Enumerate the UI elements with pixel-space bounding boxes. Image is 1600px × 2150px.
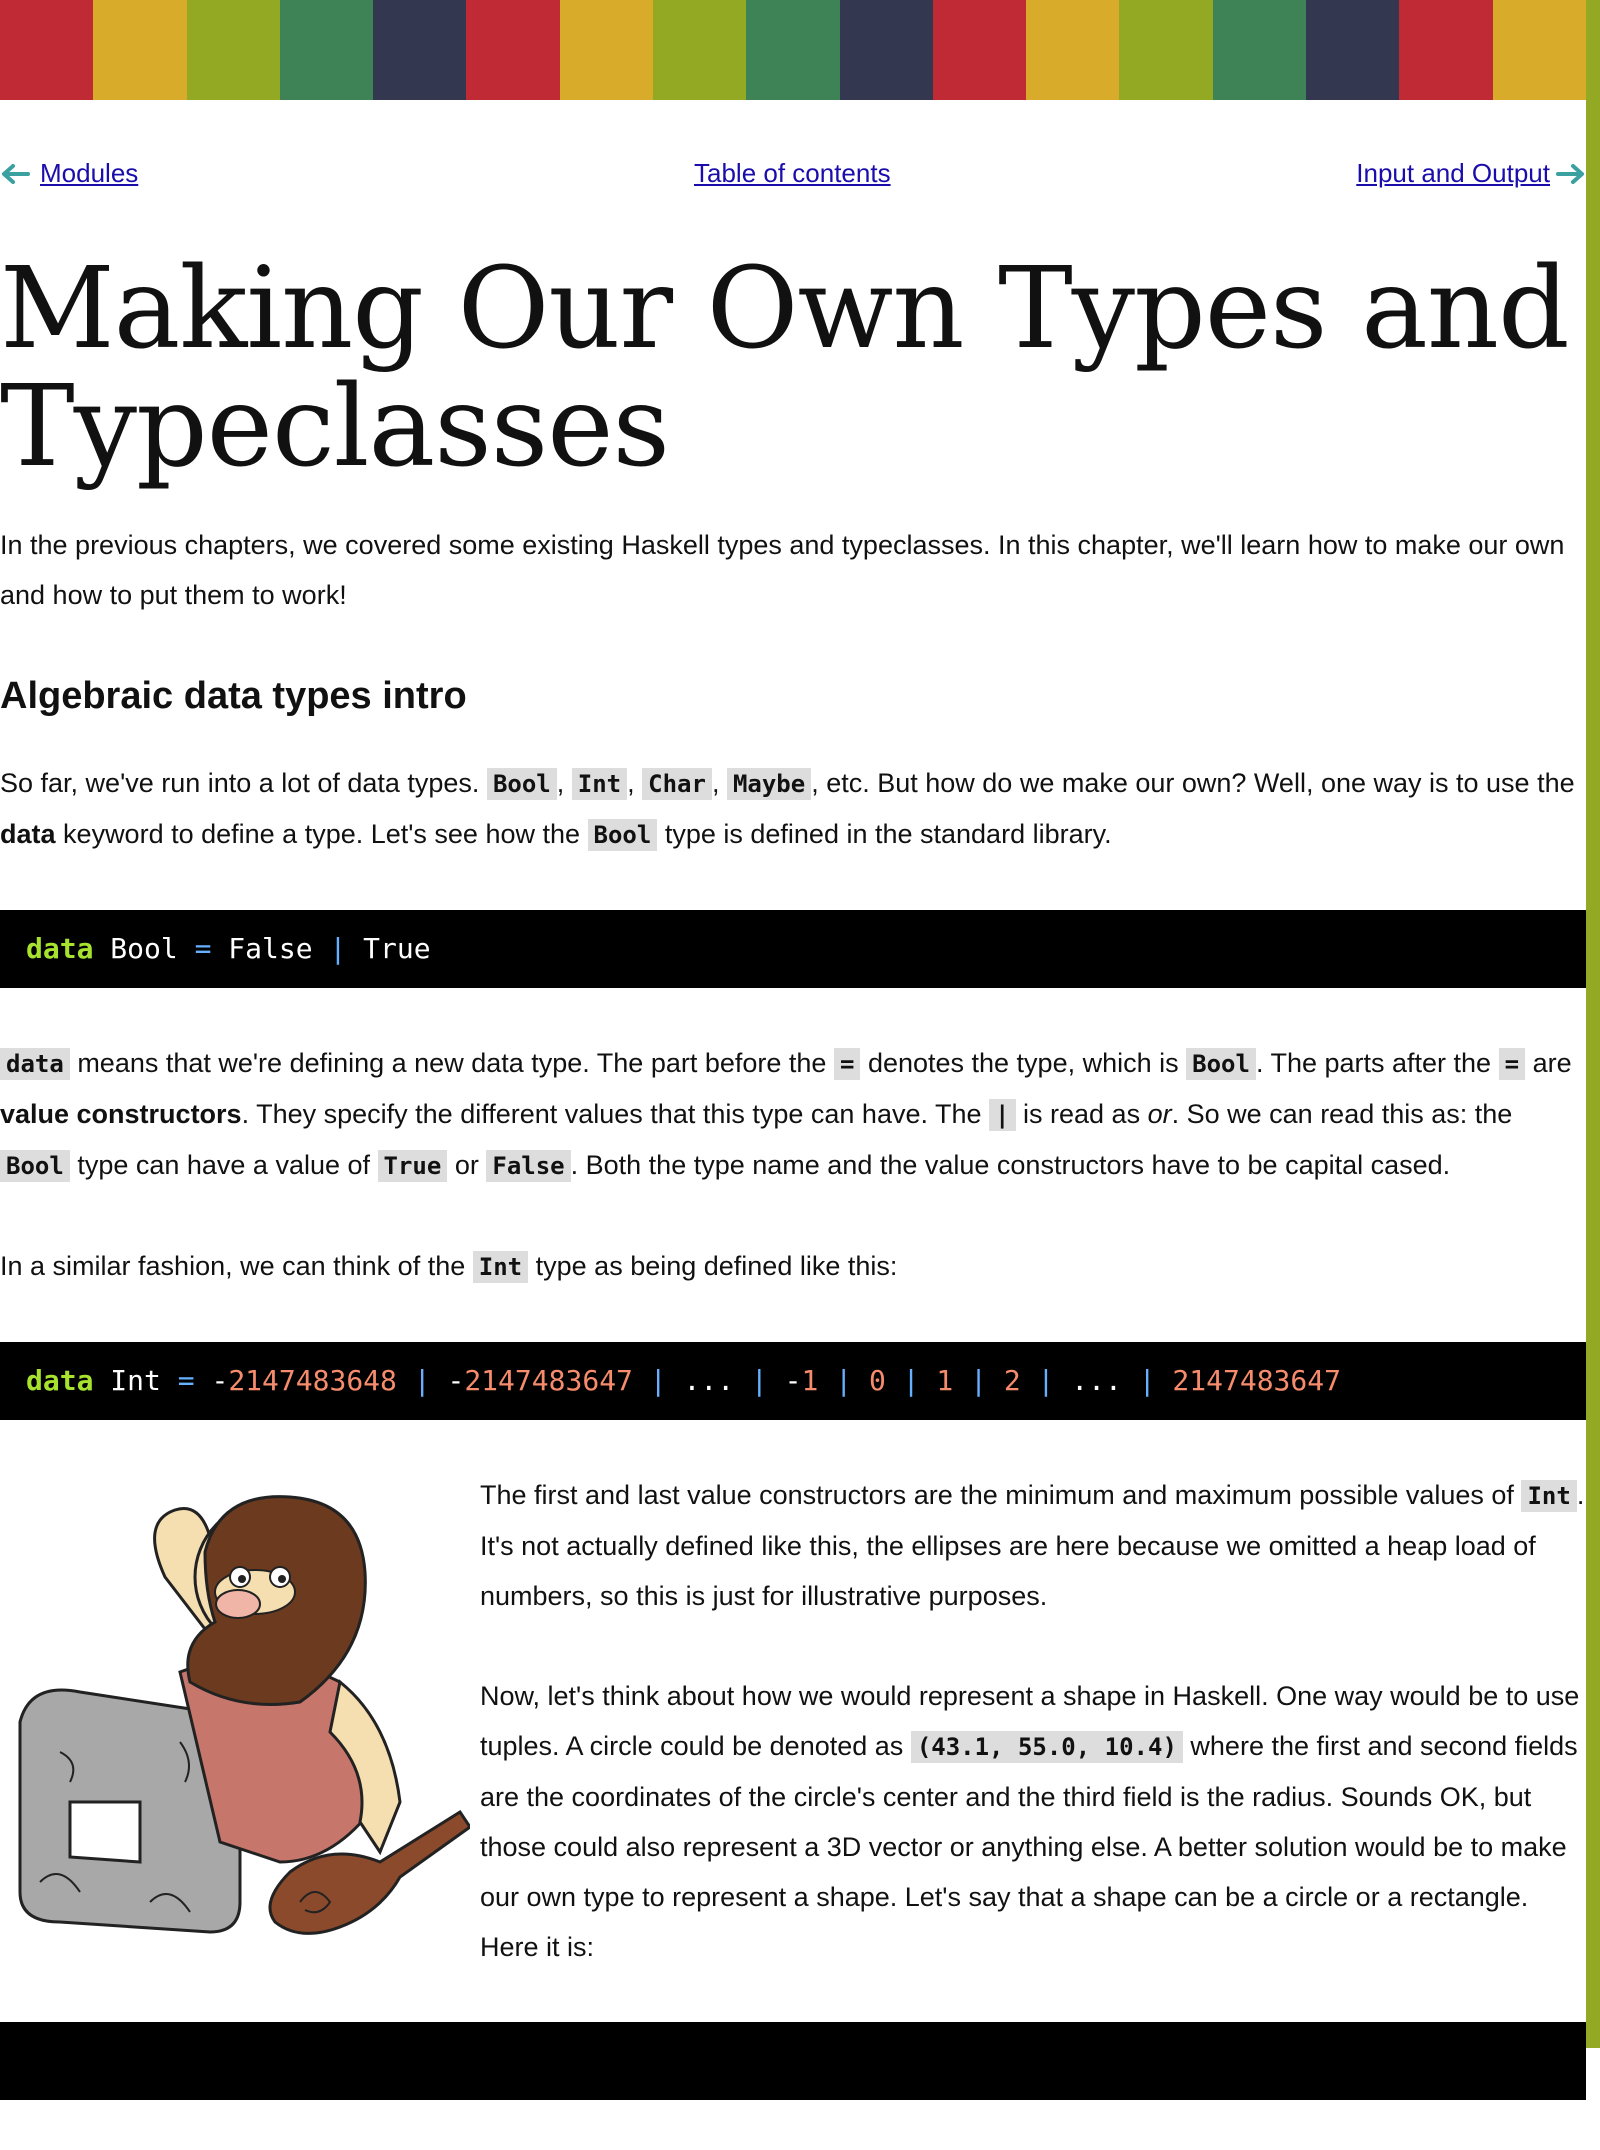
- stripe-segment: [839, 0, 933, 100]
- inline-code: =: [1498, 1048, 1526, 1080]
- inline-code: Bool: [486, 768, 557, 800]
- bold-keyword: data: [0, 819, 56, 849]
- stripe-segment: [746, 0, 840, 100]
- section-heading: Algebraic data types intro: [0, 675, 467, 717]
- arrow-right-icon: [1556, 163, 1584, 184]
- stripe-segment: [0, 0, 94, 100]
- stripe-segment: [1212, 0, 1306, 100]
- inline-code: Bool: [587, 819, 658, 851]
- code-block-shape: [0, 2022, 1586, 2100]
- inline-code: =: [833, 1048, 861, 1080]
- stripe-segment: [1399, 0, 1493, 100]
- inline-code: Char: [642, 768, 712, 800]
- inline-code: Bool: [0, 1150, 70, 1182]
- paragraph-int-note: The first and last value constructors ar…: [480, 1480, 1585, 1611]
- table-of-contents-link[interactable]: Table of contents: [694, 158, 891, 189]
- chapter-navigation: Modules Table of contents Input and Outp…: [0, 100, 1586, 250]
- prev-chapter[interactable]: Modules: [0, 158, 138, 189]
- stripe-segment: [93, 0, 187, 100]
- code-block-int: data Int = -2147483648 | -2147483647 | .…: [0, 1342, 1586, 1420]
- page-title: Making Our Own Types and Typeclasses: [0, 244, 1570, 492]
- stripe-segment: [1026, 0, 1120, 100]
- chapter-page: Modules Table of contents Input and Outp…: [0, 100, 1586, 2150]
- paragraph-shape-intro: Now, let's think about how we would repr…: [480, 1681, 1580, 1962]
- inline-code: Int: [1521, 1480, 1577, 1512]
- stripe-segment: [1492, 0, 1586, 100]
- next-chapter[interactable]: Input and Output: [1356, 158, 1586, 189]
- caveman-illustration: [0, 1470, 480, 1972]
- paragraph-int-intro: In a similar fashion, we can think of th…: [0, 1251, 898, 1283]
- code-block-bool: data Bool = False | True: [0, 910, 1586, 988]
- inline-code: |: [989, 1099, 1016, 1131]
- inline-code: Int: [472, 1251, 529, 1283]
- stripe-segment: [373, 0, 467, 100]
- bold-term: value constructors: [0, 1099, 242, 1129]
- inline-code: Bool: [1186, 1048, 1256, 1080]
- stripe-segment: [466, 0, 560, 100]
- stripe-segment: [1119, 0, 1213, 100]
- stripe-segment: [1585, 0, 1600, 100]
- inline-code: Maybe: [726, 768, 812, 800]
- right-edge-bar: [1586, 100, 1600, 2048]
- inline-code: Int: [571, 768, 628, 800]
- prev-chapter-link[interactable]: Modules: [40, 158, 138, 189]
- illustrated-text: The first and last value constructors ar…: [480, 1470, 1586, 1972]
- stripe-segment: [1305, 0, 1400, 100]
- stripe-segment: [932, 0, 1027, 100]
- paragraph-data-types: So far, we've run into a lot of data typ…: [0, 768, 1575, 851]
- inline-code: False: [486, 1150, 571, 1182]
- next-chapter-link[interactable]: Input and Output: [1356, 158, 1550, 189]
- illustrated-section: The first and last value constructors ar…: [0, 1470, 1586, 1972]
- inline-code: True: [377, 1150, 448, 1182]
- inline-code: data: [0, 1048, 70, 1080]
- emphasis: or: [1147, 1099, 1172, 1129]
- intro-paragraph: In the previous chapters, we covered som…: [0, 530, 1565, 610]
- stripe-segment: [559, 0, 653, 100]
- stripe-segment: [279, 0, 374, 100]
- stripe-segment: [652, 0, 747, 100]
- paragraph-data-explained: data means that we're defining a new dat…: [0, 1048, 1572, 1182]
- inline-code: (43.1, 55.0, 10.4): [910, 1731, 1183, 1763]
- arrow-left-icon: [2, 163, 30, 184]
- decorative-stripe-banner: [0, 0, 1600, 100]
- caveman-image: [18, 1495, 473, 1935]
- stripe-segment: [186, 0, 280, 100]
